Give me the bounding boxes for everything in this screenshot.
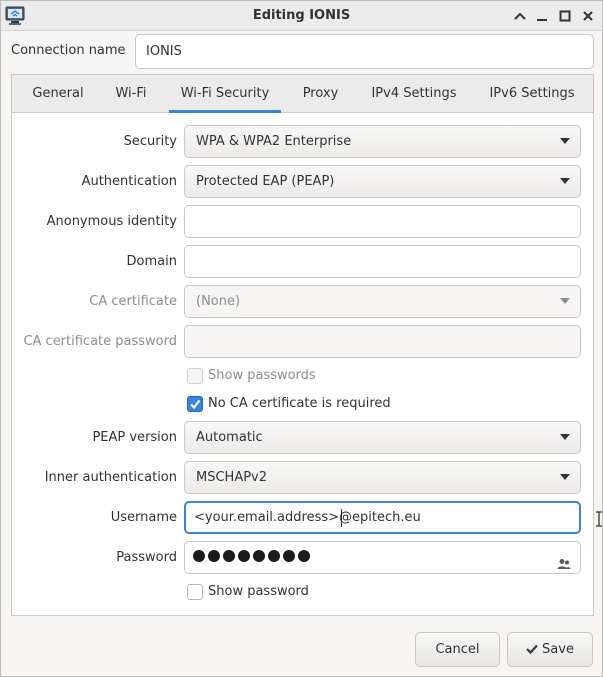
peap-version-dropdown[interactable]: Automatic xyxy=(184,421,581,454)
chevron-down-icon xyxy=(560,474,570,480)
connection-name-label: Connection name xyxy=(11,43,126,58)
authentication-value: Protected EAP (PEAP) xyxy=(196,174,335,189)
domain-label: Domain xyxy=(126,254,177,269)
ca-certificate-password-input[interactable] xyxy=(184,325,581,358)
inner-authentication-label: Inner authentication xyxy=(44,470,177,485)
inner-authentication-dropdown[interactable]: MSCHAPv2 xyxy=(184,461,581,494)
save-button[interactable]: Save xyxy=(507,632,593,667)
security-dropdown[interactable]: WPA & WPA2 Enterprise xyxy=(184,125,581,158)
ca-certificate-label: CA certificate xyxy=(89,294,177,309)
ca-certificate-value: (None) xyxy=(196,294,241,309)
no-ca-certificate-label: No CA certificate is required xyxy=(208,396,391,411)
chevron-down-icon xyxy=(560,434,570,440)
security-label: Security xyxy=(123,134,177,149)
settings-notebook: General Wi-Fi Wi-Fi Security Proxy IPv4 … xyxy=(11,74,602,616)
anonymous-identity-label: Anonymous identity xyxy=(46,214,177,229)
tab-wifi-security[interactable]: Wi-Fi Security xyxy=(169,75,281,113)
ca-certificate-password-label: CA certificate password xyxy=(23,334,177,349)
ibeam-cursor-icon xyxy=(596,511,602,527)
peap-version-label: PEAP version xyxy=(92,430,177,445)
connection-name-input[interactable]: IONIS xyxy=(135,34,594,69)
chevron-down-icon xyxy=(560,178,570,184)
show-password-label: Show password xyxy=(208,584,309,599)
show-passwords-checkbox[interactable] xyxy=(187,368,203,384)
show-password-checkbox[interactable] xyxy=(187,584,203,600)
checkmark-icon xyxy=(526,644,538,655)
username-input[interactable]: <your.email.address>@epitech.eu xyxy=(184,501,602,534)
no-ca-certificate-checkbox[interactable] xyxy=(187,396,203,412)
username-label: Username xyxy=(110,510,177,525)
peap-version-value: Automatic xyxy=(196,430,263,445)
authentication-label: Authentication xyxy=(81,174,177,189)
text-caret xyxy=(341,509,342,527)
password-mask xyxy=(193,550,310,562)
connection-editor-window: Editing IONIS Connection name IONIS Gene… xyxy=(0,0,603,677)
save-button-label: Save xyxy=(542,642,574,657)
password-input[interactable] xyxy=(184,541,581,574)
maximize-icon[interactable] xyxy=(557,7,573,25)
username-value: <your.email.address>@epitech.eu xyxy=(194,510,421,525)
cancel-button[interactable]: Cancel xyxy=(415,632,500,667)
tab-ipv4-settings[interactable]: IPv4 Settings xyxy=(360,75,468,113)
ca-certificate-dropdown[interactable]: (None) xyxy=(184,285,581,318)
tab-proxy[interactable]: Proxy xyxy=(292,75,349,113)
chevron-down-icon xyxy=(560,138,570,144)
show-passwords-label: Show passwords xyxy=(208,368,316,383)
user-group-icon[interactable] xyxy=(557,551,571,582)
tab-general[interactable]: General xyxy=(23,75,93,113)
close-icon[interactable] xyxy=(580,7,596,25)
checkmark-icon xyxy=(190,399,201,410)
chevron-up-icon[interactable] xyxy=(512,7,528,25)
anonymous-identity-input[interactable] xyxy=(184,205,581,238)
domain-input[interactable] xyxy=(184,245,581,278)
tab-wifi[interactable]: Wi-Fi xyxy=(105,75,157,113)
chevron-down-icon xyxy=(560,298,570,304)
inner-authentication-value: MSCHAPv2 xyxy=(196,470,268,485)
tab-bar: General Wi-Fi Wi-Fi Security Proxy IPv4 … xyxy=(12,75,593,113)
password-label: Password xyxy=(116,550,177,565)
authentication-dropdown[interactable]: Protected EAP (PEAP) xyxy=(184,165,581,198)
title-bar[interactable]: Editing IONIS xyxy=(1,1,602,31)
minimize-icon[interactable] xyxy=(534,7,550,25)
tab-ipv6-settings[interactable]: IPv6 Settings xyxy=(478,75,586,113)
security-value: WPA & WPA2 Enterprise xyxy=(196,134,352,149)
